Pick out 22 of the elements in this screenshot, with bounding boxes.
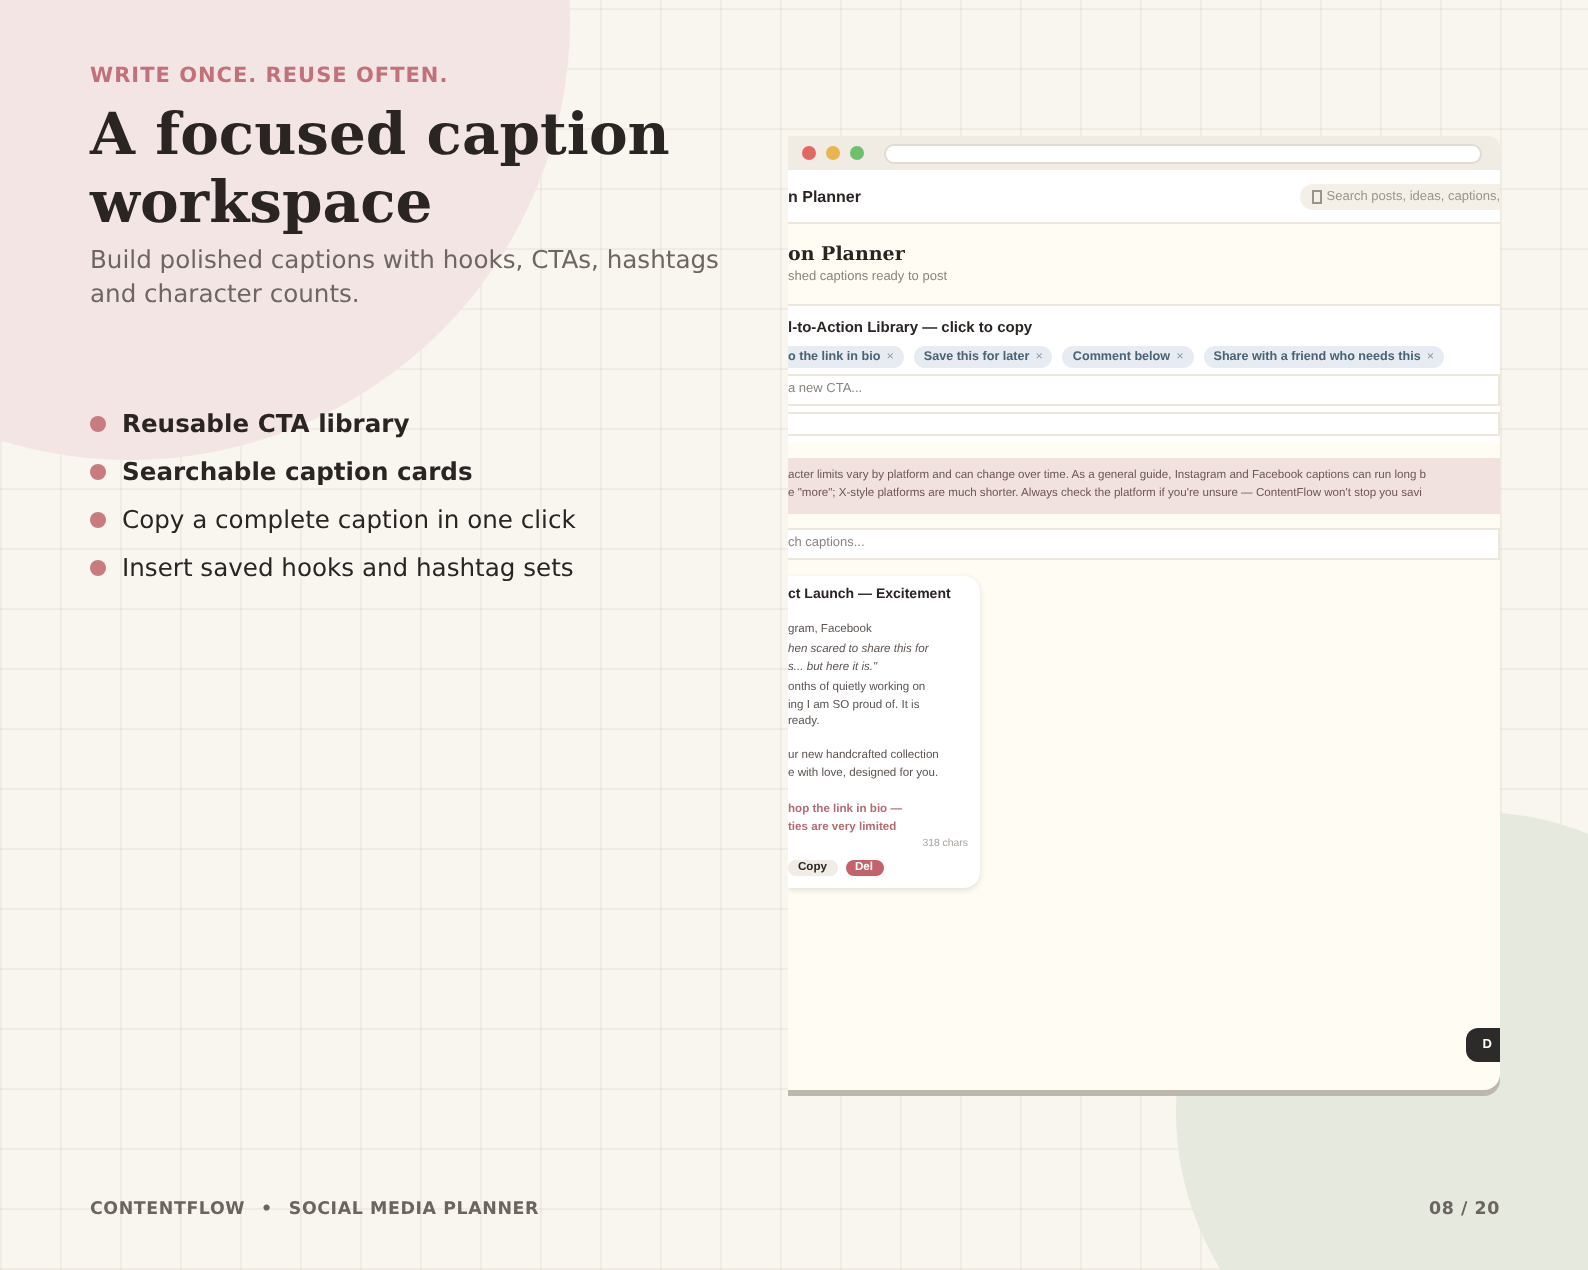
- address-bar[interactable]: [884, 143, 1482, 163]
- page-title: on Planner: [788, 244, 907, 266]
- slide-title: A focused caption workspace: [90, 100, 672, 236]
- slide-subtitle: Build polished captions with hooks, CTAs, hashtags and character counts.: [90, 244, 721, 312]
- bullet-dot: [90, 512, 106, 528]
- feature-text: Searchable caption cards: [122, 458, 473, 486]
- page-number: 08 / 20: [1428, 1200, 1500, 1220]
- footer-product: SOCIAL MEDIA PLANNER: [288, 1200, 539, 1220]
- maximize-dot-icon[interactable]: [850, 146, 864, 160]
- minimize-dot-icon[interactable]: [826, 146, 840, 160]
- bullet-dot: [90, 560, 106, 576]
- input-field[interactable]: [788, 412, 1500, 436]
- separator-dot: •: [261, 1200, 273, 1220]
- bullet-dot: [90, 464, 106, 480]
- feature-text: Insert saved hooks and hashtag sets: [122, 554, 574, 582]
- feature-text: Reusable CTA library: [122, 410, 410, 438]
- feature-text: Copy a complete caption in one click: [122, 506, 576, 534]
- footer-brand: CONTENTFLOW: [90, 1200, 246, 1220]
- app-title: n Planner: [788, 187, 861, 205]
- eyebrow-text: WRITE ONCE. REUSE OFTEN.: [90, 64, 451, 88]
- close-dot-icon[interactable]: [802, 146, 816, 160]
- search-icon: [1312, 189, 1323, 203]
